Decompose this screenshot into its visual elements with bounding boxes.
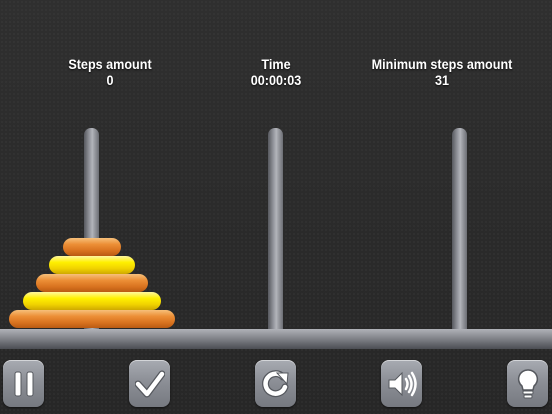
speaker-icon	[388, 371, 417, 396]
steps-counter: Steps amount 0	[56, 56, 164, 88]
time-value: 00:00:03	[250, 72, 302, 88]
minimum-steps-label: Minimum steps amount	[371, 56, 513, 72]
peg-3[interactable]	[452, 128, 467, 331]
disk-2[interactable]	[49, 256, 135, 274]
sound-button[interactable]	[381, 360, 422, 407]
steps-label: Steps amount	[68, 56, 152, 72]
peg-base	[0, 329, 552, 349]
minimum-steps: Minimum steps amount 31	[361, 56, 523, 88]
lightbulb-icon	[517, 368, 538, 398]
steps-value: 0	[106, 72, 114, 88]
checkmark-icon	[134, 370, 165, 397]
time-label: Time	[261, 56, 291, 72]
timer: Time 00:00:03	[222, 56, 330, 88]
pause-button[interactable]	[3, 360, 44, 407]
peg-2[interactable]	[268, 128, 283, 331]
minimum-steps-value: 31	[434, 72, 450, 88]
disk-1[interactable]	[63, 238, 121, 256]
disk-3[interactable]	[36, 274, 148, 292]
check-button[interactable]	[129, 360, 170, 407]
hint-button[interactable]	[507, 360, 548, 407]
restart-icon	[261, 369, 289, 397]
pause-icon	[14, 371, 33, 396]
restart-button[interactable]	[255, 360, 296, 407]
disk-4[interactable]	[23, 292, 161, 310]
disk-5[interactable]	[9, 310, 175, 328]
